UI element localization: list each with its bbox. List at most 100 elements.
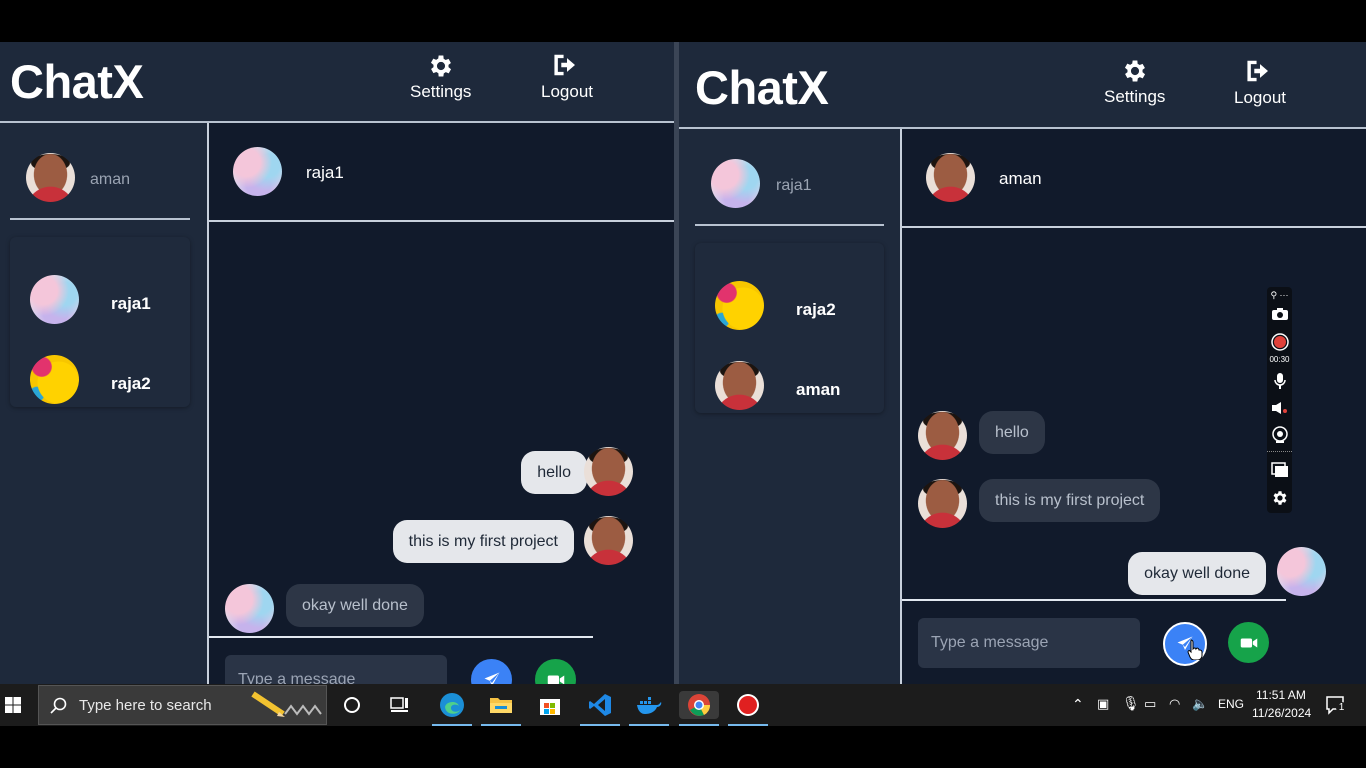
- app-header: ChatX Settings Logout: [679, 42, 1366, 129]
- pastel-avatar: [30, 275, 79, 324]
- chat-panel: aman hello this is my first project okay…: [902, 129, 1366, 684]
- cortana-icon[interactable]: [338, 691, 366, 719]
- contact-item-raja2[interactable]: raja2: [695, 263, 884, 343]
- contact-item-aman[interactable]: aman: [695, 343, 884, 423]
- settings-label: Settings: [1104, 87, 1166, 106]
- docker-icon[interactable]: [635, 691, 663, 719]
- wifi-icon[interactable]: ◠: [1169, 696, 1180, 712]
- microphone-icon[interactable]: [1267, 372, 1292, 395]
- toolbar-separator: [1267, 451, 1292, 452]
- message-bubble-received: hello: [979, 411, 1045, 454]
- record-icon[interactable]: [1267, 333, 1292, 356]
- pencil-doodle-icon: [251, 691, 322, 717]
- gear-icon[interactable]: [1267, 489, 1292, 512]
- active-app-indicator: [580, 724, 620, 726]
- composer-divider: [902, 599, 1286, 601]
- tray-overflow-icon[interactable]: ⌃: [1072, 696, 1084, 713]
- clock-date[interactable]: 11/26/2024: [1252, 706, 1311, 720]
- video-call-button[interactable]: [535, 659, 576, 684]
- send-button[interactable]: [471, 659, 512, 684]
- window-icon[interactable]: [1267, 462, 1292, 483]
- video-call-button[interactable]: [1228, 622, 1269, 663]
- logout-button[interactable]: Logout: [541, 50, 593, 102]
- recorder-icon[interactable]: [734, 691, 762, 719]
- active-app-indicator: [728, 724, 768, 726]
- logout-label: Logout: [1234, 88, 1286, 107]
- start-button[interactable]: [0, 684, 36, 726]
- pastel-avatar: [233, 147, 282, 196]
- volume-icon[interactable]: 🔈: [1192, 696, 1208, 712]
- message-input[interactable]: Type a message: [225, 655, 447, 684]
- message-input[interactable]: Type a message: [918, 618, 1140, 668]
- meet-now-icon[interactable]: ▣: [1097, 696, 1109, 712]
- camera-icon[interactable]: [1267, 307, 1292, 326]
- contact-name: raja1: [111, 294, 151, 313]
- edge-icon[interactable]: [438, 691, 466, 719]
- receiver-avatar: [918, 479, 967, 528]
- webcam-icon[interactable]: [1267, 426, 1292, 449]
- message-bubble-sent: okay well done: [1128, 552, 1266, 595]
- active-app-indicator: [481, 724, 521, 726]
- contact-name: aman: [796, 380, 841, 399]
- contact-item-raja2[interactable]: raja2: [10, 337, 190, 417]
- contact-item-raja1[interactable]: raja1: [10, 257, 190, 337]
- gear-icon: [430, 55, 451, 77]
- message-bubble-sent: this is my first project: [392, 520, 574, 563]
- logout-icon: [554, 54, 575, 76]
- logout-icon: [1247, 60, 1268, 82]
- recording-timer: 00:30: [1269, 355, 1290, 364]
- face-avatar: [715, 361, 764, 410]
- message-bubble-received: this is my first project: [979, 479, 1161, 522]
- yellow-avatar: [30, 355, 79, 404]
- current-user-name: raja1: [776, 177, 812, 194]
- sender-avatar: [584, 447, 633, 496]
- user-avatar: [26, 153, 75, 202]
- active-app-indicator: [629, 724, 669, 726]
- taskbar-search-box[interactable]: Type here to search: [38, 685, 327, 725]
- battery-icon[interactable]: ▭: [1144, 696, 1156, 712]
- settings-button[interactable]: Settings: [410, 52, 471, 102]
- current-user-card: aman: [10, 123, 190, 220]
- settings-button[interactable]: Settings: [1104, 57, 1165, 107]
- message-bubble-sent: hello: [521, 451, 587, 494]
- chat-panel: raja1 hello this is my first project oka…: [209, 123, 674, 684]
- video-icon: [547, 675, 564, 684]
- windows-taskbar: Type here to search ⌃ ▣ 🎙 ▭ ◠ 🔈 ENG 11:5…: [0, 684, 1366, 726]
- active-app-indicator: [679, 724, 719, 726]
- yellow-avatar: [715, 281, 764, 330]
- right-chat-window: ChatX Settings Logout raja1 raja2 aman a…: [679, 42, 1366, 684]
- link-icon[interactable]: ⚲ ···: [1267, 290, 1292, 301]
- file-explorer-icon[interactable]: [487, 691, 515, 719]
- left-chat-window: ChatX Settings Logout aman raja1 raja2 r…: [0, 42, 674, 684]
- receiver-avatar: [918, 411, 967, 460]
- message-bubble-received: okay well done: [286, 584, 424, 627]
- logout-label: Logout: [541, 82, 593, 101]
- settings-label: Settings: [410, 82, 472, 101]
- clock-time[interactable]: 11:51 AM: [1256, 688, 1306, 702]
- chrome-icon[interactable]: [679, 691, 719, 719]
- screen: ChatX Settings Logout aman raja1 raja2 r…: [0, 0, 1366, 768]
- gear-icon: [1124, 60, 1145, 82]
- microphone-tray-icon[interactable]: 🎙: [1122, 695, 1140, 712]
- brand-logo: ChatX: [695, 61, 829, 114]
- brand-logo: ChatX: [10, 55, 144, 108]
- task-view-icon[interactable]: [386, 691, 414, 719]
- speaker-icon[interactable]: [1267, 401, 1292, 420]
- language-indicator[interactable]: ENG: [1218, 697, 1244, 711]
- user-avatar: [711, 159, 760, 208]
- cursor-hand-icon: [1187, 639, 1203, 660]
- composer-divider: [209, 636, 593, 638]
- notification-center-icon[interactable]: 1: [1325, 694, 1347, 716]
- contact-list: raja2 aman: [695, 243, 884, 413]
- vscode-icon[interactable]: [586, 691, 614, 719]
- chat-header: raja1: [209, 123, 674, 222]
- current-user-name: aman: [90, 171, 131, 188]
- contact-list: raja1 raja2: [10, 237, 190, 407]
- chat-partner-name: raja1: [306, 163, 344, 182]
- search-icon: [50, 697, 67, 714]
- store-icon[interactable]: [536, 691, 564, 719]
- receiver-avatar: [225, 584, 274, 633]
- logout-button[interactable]: Logout: [1234, 56, 1286, 108]
- notification-count: 1: [1336, 702, 1347, 713]
- send-icon: [484, 672, 499, 684]
